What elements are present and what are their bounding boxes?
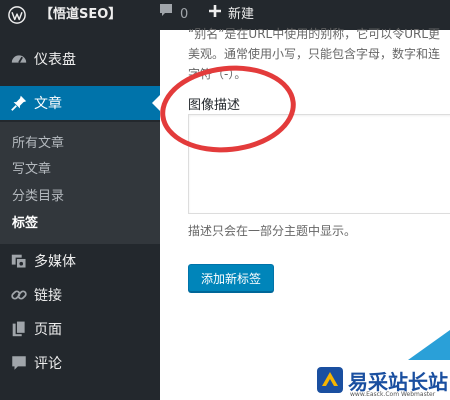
submenu-categories[interactable]: 分类目录 — [12, 185, 64, 204]
admin-bar-comments[interactable]: 0 — [158, 0, 188, 30]
sidebar-item-label: 多媒体 — [34, 254, 76, 270]
sidebar-item-label: 链接 — [34, 288, 62, 304]
submenu-tags[interactable]: 标签 — [12, 212, 38, 231]
sidebar-item-pages[interactable]: 页面 — [0, 312, 160, 346]
site-name-link[interactable]: 【悟道SEO】 — [40, 0, 121, 30]
description-hint: 描述只会在一部分主题中显示。 — [188, 224, 357, 238]
comment-bubble-icon — [9, 353, 29, 373]
watermark: 易采站长站 www.Easck.Com Webmaster — [310, 330, 450, 400]
sidebar-item-media[interactable]: 多媒体 — [0, 244, 160, 278]
sidebar-item-label: 评论 — [34, 356, 62, 372]
comment-bubble-icon — [158, 0, 174, 30]
submenu-add-post[interactable]: 写文章 — [12, 158, 51, 177]
watermark-logo-icon — [317, 367, 343, 393]
wordpress-logo-icon[interactable] — [8, 0, 28, 30]
watermark-url: www.Easck.Com Webmaster — [350, 391, 436, 398]
link-icon — [9, 285, 29, 305]
sidebar-item-dashboard[interactable]: 仪表盘 — [0, 42, 160, 76]
admin-sidebar: 仪表盘 文章 所有文章 写文章 分类目录 标签 多媒体 链接 页面 评论 — [0, 30, 160, 400]
sidebar-item-links[interactable]: 链接 — [0, 278, 160, 312]
submenu-all-posts[interactable]: 所有文章 — [12, 132, 64, 151]
sidebar-item-label: 文章 — [34, 96, 62, 112]
dashboard-gauge-icon — [9, 49, 29, 69]
posts-submenu: 所有文章 写文章 分类目录 标签 — [0, 122, 160, 244]
pushpin-icon — [9, 93, 29, 113]
watermark-corner-shape — [408, 330, 450, 360]
media-icon — [9, 251, 29, 271]
sidebar-item-posts[interactable]: 文章 — [0, 86, 160, 120]
sidebar-item-comments[interactable]: 评论 — [0, 346, 160, 380]
sidebar-item-label: 仪表盘 — [34, 52, 76, 68]
pages-icon — [9, 319, 29, 339]
sidebar-item-label: 页面 — [34, 322, 62, 338]
current-menu-arrow — [152, 95, 160, 111]
add-new-tag-button[interactable]: 添加新标签 — [188, 264, 274, 292]
